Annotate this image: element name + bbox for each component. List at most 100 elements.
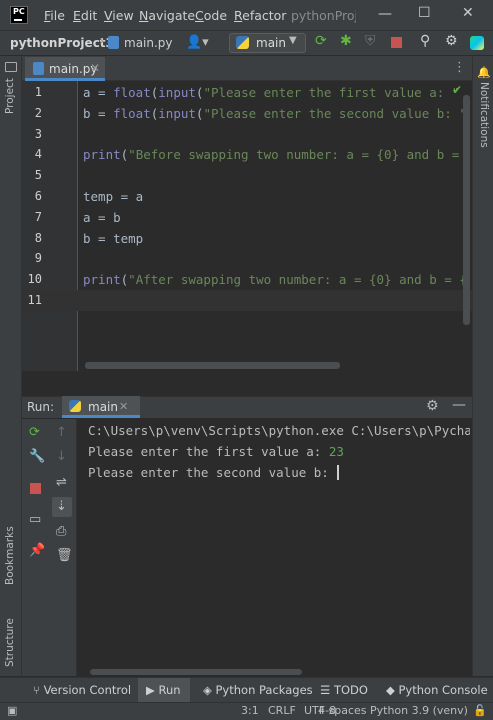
stop-icon[interactable]: [30, 483, 41, 494]
code-line[interactable]: a = float(input("Please enter the first …: [83, 85, 467, 100]
menu-view[interactable]: View: [104, 8, 134, 23]
line-gutter: [22, 81, 78, 371]
python-packages-button[interactable]: ◈ Python Packages: [203, 683, 313, 697]
packages-icon: ◈: [203, 683, 216, 697]
minimize-icon[interactable]: —: [378, 6, 392, 22]
maximize-icon[interactable]: ☐: [418, 5, 431, 21]
breadcrumb-file[interactable]: main.py: [124, 36, 173, 50]
right-tool-strip: [472, 56, 493, 676]
close-tab-icon[interactable]: ✕: [90, 61, 100, 75]
rerun-icon[interactable]: ⟳: [29, 425, 40, 440]
python-icon: [236, 36, 249, 49]
code-token: "After swapping two number: a = {0} and …: [128, 272, 467, 288]
line-number: 7: [34, 209, 42, 224]
user-dropdown-icon[interactable]: 👤▾: [186, 35, 209, 50]
code-line[interactable]: b = float(input("Please enter the second…: [83, 106, 467, 121]
python-icon: [69, 400, 81, 412]
jetbrains-toolbox-icon[interactable]: [470, 36, 484, 50]
bell-icon[interactable]: 🔔: [477, 66, 491, 79]
print-icon[interactable]: ⎙: [56, 524, 66, 539]
code-token: float: [113, 85, 151, 100]
arrow-down-icon[interactable]: ↓: [56, 449, 67, 464]
code-token: a =: [83, 85, 114, 100]
code-token: b =: [83, 105, 114, 121]
pin-icon[interactable]: 📌: [29, 543, 45, 558]
menu-code[interactable]: Code: [195, 8, 227, 23]
console-horizontal-scrollbar[interactable]: [90, 669, 302, 675]
search-icon[interactable]: ⚲: [420, 33, 430, 49]
line-number: 9: [34, 251, 42, 266]
rerun-icon[interactable]: ⟳: [315, 33, 327, 49]
line-number: 10: [27, 272, 42, 287]
todo-button[interactable]: ☰ TODO: [320, 683, 368, 697]
code-token: print: [83, 272, 121, 288]
code-token: input: [158, 85, 196, 100]
project-panel-label[interactable]: Project: [4, 78, 16, 114]
run-tool-button[interactable]: ▶ Run: [146, 683, 181, 697]
editor-horizontal-scrollbar[interactable]: [85, 362, 340, 369]
current-line-highlight: [22, 290, 472, 311]
menu-navigate[interactable]: Navigate: [139, 8, 195, 23]
code-editor[interactable]: [78, 81, 472, 371]
inspection-ok-icon[interactable]: ✔: [452, 83, 462, 97]
text-caret: [337, 465, 339, 480]
code-line[interactable]: print("Before swapping two number: a = {…: [83, 147, 467, 162]
close-window-icon[interactable]: ✕: [462, 5, 474, 21]
panel-toggle-icon[interactable]: ▣: [7, 704, 17, 717]
more-vertical-icon[interactable]: ⋮: [453, 60, 466, 75]
line-number: 2: [34, 105, 42, 120]
trash-icon[interactable]: 🗑: [56, 548, 73, 563]
line-number: 6: [34, 189, 42, 203]
list-icon: ☰: [320, 683, 334, 697]
code-line[interactable]: a = b: [83, 210, 467, 225]
editor-vertical-scrollbar[interactable]: [463, 95, 470, 325]
python-file-icon: [33, 62, 44, 75]
code-line[interactable]: b = temp: [83, 231, 467, 246]
console-user-input: 23: [328, 444, 344, 459]
run-settings-gear-icon[interactable]: ⚙: [426, 398, 439, 414]
code-token: input: [158, 105, 196, 121]
code-token: float: [113, 105, 151, 121]
code-line[interactable]: temp = a: [83, 189, 467, 204]
code-token: "Please enter the first value a: ": [203, 85, 460, 100]
structure-panel-label[interactable]: Structure: [4, 618, 16, 667]
run-panel-title: Run:: [27, 400, 55, 414]
wrench-icon[interactable]: 🔧: [29, 449, 45, 464]
layout-icon[interactable]: ▭: [29, 512, 41, 527]
bookmarks-panel-label[interactable]: Bookmarks: [4, 526, 16, 585]
console-command-line: C:\Users\p\venv\Scripts\python.exe C:\Us…: [88, 423, 470, 438]
gear-icon[interactable]: ⚙: [445, 33, 458, 49]
menu-edit[interactable]: Edit: [73, 8, 97, 23]
line-separator[interactable]: CRLF: [268, 704, 296, 717]
python-console-button[interactable]: ◆ Python Console: [386, 683, 488, 697]
code-token: temp = a: [83, 189, 144, 204]
project-folder-icon[interactable]: [5, 62, 17, 72]
console-prompt-b[interactable]: Please enter the second value b:: [88, 465, 336, 480]
run-with-coverage-icon[interactable]: ⛨: [365, 33, 376, 49]
arrow-up-icon[interactable]: ↑: [56, 425, 67, 440]
window-title: pythonProject3: [291, 8, 356, 23]
python-icon: ◆: [386, 683, 399, 697]
line-number: 8: [34, 230, 42, 245]
menu-refactor[interactable]: Refactor: [234, 8, 286, 23]
notifications-panel-label[interactable]: Notifications: [478, 82, 490, 148]
debug-icon[interactable]: ✱: [340, 33, 352, 49]
chevron-down-icon: ▼: [289, 35, 297, 46]
menu-file[interactable]: File: [44, 8, 65, 23]
breadcrumb-separator-icon: ›: [99, 34, 105, 49]
lock-icon[interactable]: 🔓: [473, 704, 487, 717]
hide-panel-icon[interactable]: —: [452, 397, 466, 413]
code-line[interactable]: print("After swapping two number: a = {0…: [83, 272, 467, 287]
run-tab-label: main: [88, 400, 118, 414]
pycharm-logo-icon[interactable]: PC: [10, 6, 28, 24]
version-control-button[interactable]: ⑂ Version Control: [33, 683, 131, 697]
line-number: 1: [34, 85, 42, 99]
python-interpreter[interactable]: Python 3.9 (venv): [370, 704, 468, 717]
close-run-tab-icon[interactable]: ✕: [119, 400, 128, 413]
caret-position[interactable]: 3:1: [241, 704, 259, 717]
indent-setting[interactable]: 4 spaces: [318, 704, 367, 717]
stop-icon[interactable]: [391, 37, 402, 48]
soft-wrap-icon[interactable]: ⇌: [56, 475, 67, 490]
code-token: "Please enter the second value b: ": [203, 105, 467, 121]
code-token: print: [83, 147, 121, 163]
